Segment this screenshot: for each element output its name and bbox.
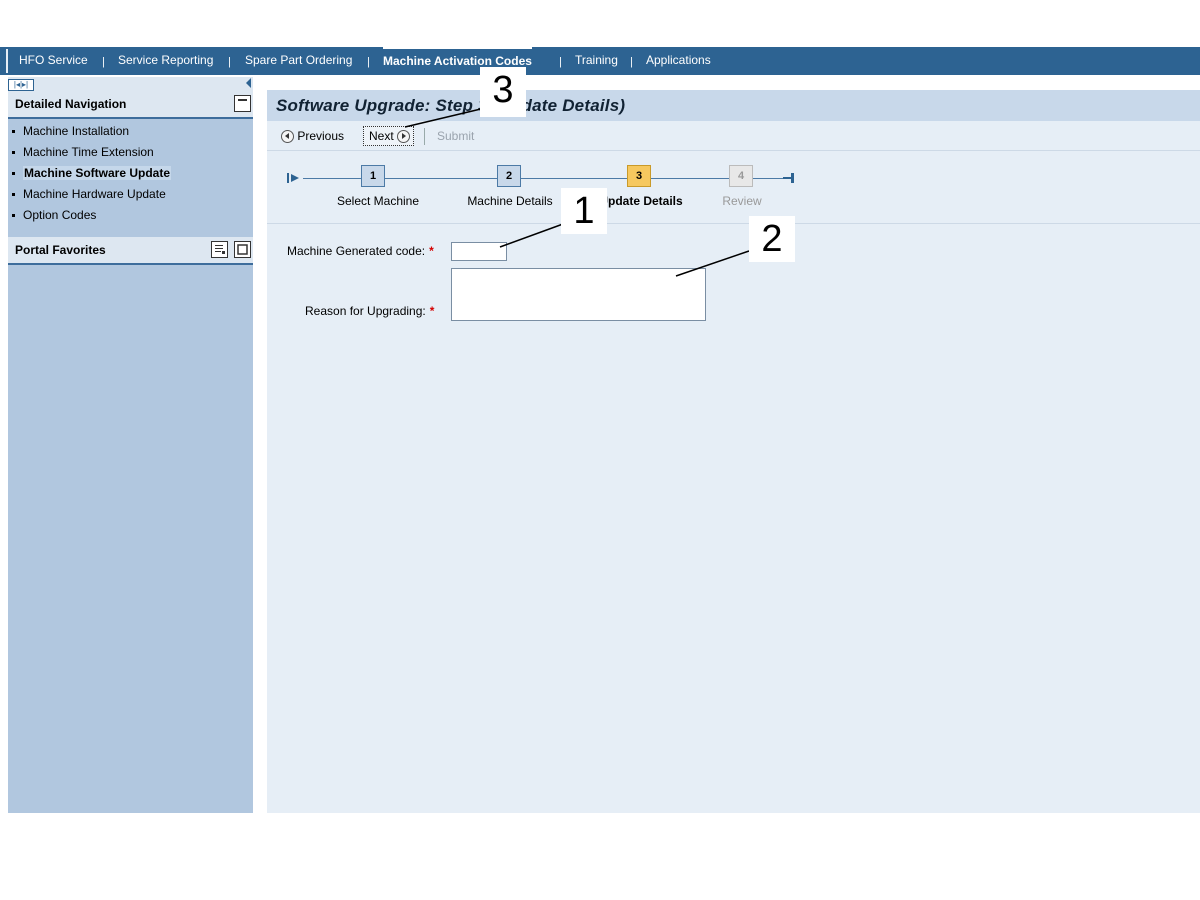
minimize-icon[interactable]: [234, 95, 251, 112]
bullet-icon: [12, 130, 15, 134]
nav-item-label: Machine Installation: [23, 124, 130, 138]
navigation-panel: |◂|▸| Detailed Navigation Machine Instal…: [8, 77, 253, 813]
required-marker: *: [429, 304, 435, 318]
machine-code-input[interactable]: [451, 242, 507, 261]
nav-item-option-codes[interactable]: Option Codes: [12, 206, 96, 225]
nav-item-machine-installation[interactable]: Machine Installation: [12, 122, 129, 141]
nav-separator: |: [228, 56, 231, 68]
wizard-toolbar: Previous Next Submit: [267, 121, 1200, 151]
edit-favorites-icon[interactable]: [211, 241, 228, 258]
step-4-box: 4: [729, 165, 753, 187]
top-navigation-bar: HFO Service | Service Reporting | Spare …: [0, 47, 1200, 75]
roadmap-connector: [753, 178, 783, 179]
step-2-box[interactable]: 2: [497, 165, 521, 187]
tab-spare-part-ordering[interactable]: Spare Part Ordering: [245, 47, 352, 75]
arrow-right-icon: [397, 130, 411, 144]
portal-favorites-header: Portal Favorites: [8, 237, 253, 265]
required-marker: *: [429, 244, 434, 258]
bullet-icon: [12, 151, 15, 155]
callout-1: 1: [561, 188, 607, 234]
step-3-label: Update Details: [599, 194, 683, 208]
submit-button[interactable]: Submit: [437, 127, 474, 145]
nav-item-machine-hardware-update[interactable]: Machine Hardware Update: [12, 185, 166, 204]
nav-separator: |: [102, 56, 105, 68]
tab-service-reporting[interactable]: Service Reporting: [118, 47, 213, 75]
roadmap-connector: [303, 178, 361, 179]
roadmap-start-icon: [287, 173, 299, 183]
reason-textarea[interactable]: [451, 268, 706, 321]
callout-2: 2: [749, 216, 795, 262]
roadmap-connector: [521, 178, 627, 179]
reason-label-row: Reason for Upgrading: *: [305, 304, 434, 318]
wizard-roadmap: 1 2 3 4 Select Machine Machine Details U…: [267, 151, 1200, 224]
callout-3: 3: [480, 67, 526, 117]
reason-label: Reason for Upgrading:: [305, 304, 426, 318]
step-4-label: Review: [722, 194, 762, 208]
nav-item-machine-software-update[interactable]: Machine Software Update: [12, 164, 172, 183]
tab-applications[interactable]: Applications: [646, 47, 711, 75]
next-button[interactable]: Next: [363, 126, 415, 146]
main-content: Software Upgrade: Step 3 (Update Details…: [267, 90, 1200, 813]
machine-code-label: Machine Generated code:: [287, 244, 426, 258]
step-1-label: Select Machine: [336, 194, 420, 208]
nav-item-label: Machine Hardware Update: [23, 187, 166, 201]
roadmap-end-icon: [783, 173, 794, 183]
nav-item-label: Machine Time Extension: [23, 145, 154, 159]
tab-training[interactable]: Training: [575, 47, 618, 75]
machine-code-label-row: Machine Generated code: *: [287, 244, 434, 258]
arrow-left-icon: [281, 130, 294, 144]
portal-favorites-title: Portal Favorites: [15, 243, 106, 257]
tab-hfo-service[interactable]: HFO Service: [19, 47, 88, 75]
nav-separator: |: [559, 56, 562, 68]
nav-left-marker: [6, 49, 8, 73]
nav-item-machine-time-extension[interactable]: Machine Time Extension: [12, 143, 154, 162]
maximize-icon[interactable]: [234, 241, 251, 258]
maximize-glyph: [237, 244, 248, 255]
edit-glyph: [215, 245, 225, 254]
collapse-panel-icon[interactable]: [246, 78, 251, 88]
minimize-glyph: [238, 99, 247, 101]
page-header: Software Upgrade: Step 3 (Update Details…: [267, 90, 1200, 121]
step-3-box[interactable]: 3: [627, 165, 651, 187]
nav-item-label: Machine Software Update: [23, 166, 172, 180]
step-1-box[interactable]: 1: [361, 165, 385, 187]
detailed-navigation-title: Detailed Navigation: [15, 97, 127, 111]
step-2-label: Machine Details: [467, 194, 553, 208]
page-title: Software Upgrade: Step 3 (Update Details…: [276, 96, 626, 115]
roadmap-connector: [651, 178, 729, 179]
bullet-icon: [12, 193, 15, 197]
previous-button[interactable]: Previous: [281, 127, 344, 145]
nav-item-label: Option Codes: [23, 208, 97, 222]
detailed-navigation-header: Detailed Navigation: [8, 91, 253, 119]
left-edge-strip: [0, 77, 8, 813]
roadmap-connector: [385, 178, 497, 179]
bullet-icon: [12, 214, 15, 218]
next-label: Next: [369, 129, 394, 143]
nav-separator: |: [630, 56, 633, 68]
nav-separator: |: [367, 56, 370, 68]
toolbar-separator: [424, 128, 425, 145]
bullet-icon: [12, 172, 15, 176]
panel-history-toggle[interactable]: |◂|▸|: [8, 79, 34, 91]
panel-toolbar: |◂|▸|: [8, 77, 253, 91]
previous-label: Previous: [297, 129, 345, 143]
